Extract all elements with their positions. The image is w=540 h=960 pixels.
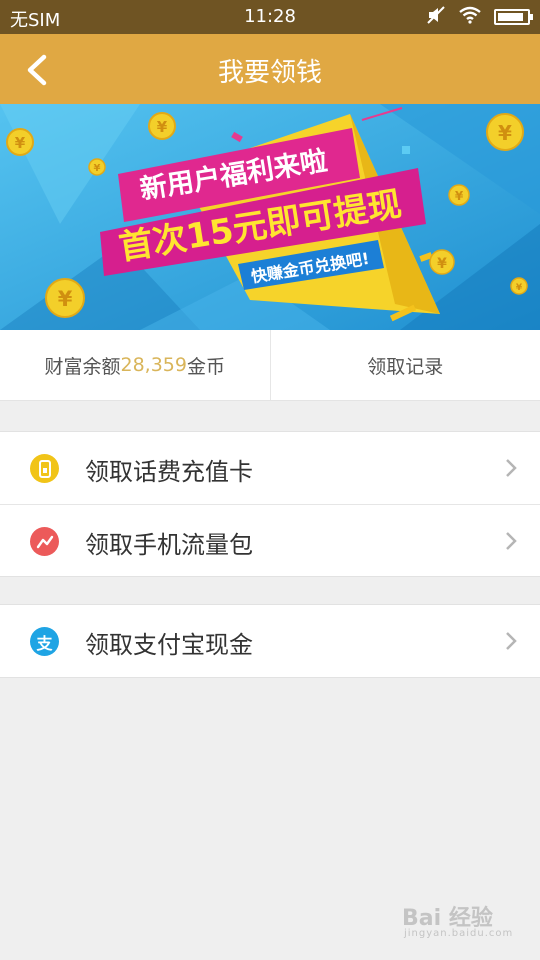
menu-group-1: 领取话费充值卡 领取手机流量包: [0, 431, 540, 577]
coin-icon: ¥: [448, 184, 470, 206]
alipay-glyph: 支: [36, 633, 53, 653]
svg-text:¥: ¥: [498, 121, 512, 145]
page-title: 我要领钱: [217, 58, 322, 88]
watermark-sub: jingyan.baidu.com: [404, 928, 514, 939]
coin-icon: ¥: [6, 128, 34, 156]
menu-item-label: 领取手机流量包: [85, 531, 253, 559]
chevron-right-icon: [506, 632, 517, 650]
wifi-icon: [458, 6, 482, 28]
menu-item-alipay-cash[interactable]: 支 领取支付宝现金: [0, 605, 540, 677]
phone-card-icon: [30, 454, 59, 483]
coin-icon: ¥: [486, 113, 524, 151]
balance-label-prefix: 财富余额: [44, 355, 121, 378]
chevron-right-icon: [506, 532, 517, 550]
svg-text:¥: ¥: [516, 283, 523, 293]
menu-item-phone-card[interactable]: 领取话费充值卡: [0, 432, 540, 504]
menu-item-data-package[interactable]: 领取手机流量包: [0, 504, 540, 576]
claim-records-label: 领取记录: [367, 355, 444, 378]
alipay-icon: 支: [30, 627, 59, 656]
wealth-balance: 财富余额 28,359 金币: [0, 330, 270, 400]
chevron-right-icon: [506, 459, 517, 477]
menu-item-label: 领取支付宝现金: [85, 631, 253, 659]
coin-icon: ¥: [148, 112, 176, 140]
status-icons: [426, 5, 533, 29]
coin-icon: ¥: [429, 249, 455, 275]
baidu-watermark: Bai 经验 jingyan.baidu.com: [402, 900, 512, 944]
app-header: 我要领钱: [0, 34, 540, 104]
svg-text:¥: ¥: [94, 163, 101, 174]
coin-icon: ¥: [45, 278, 85, 318]
data-flow-icon: [30, 527, 59, 556]
svg-text:¥: ¥: [15, 134, 26, 152]
promo-banner[interactable]: 新用户福利来啦 首次15元即可提现 快赚金币兑换吧! ¥ ¥ ¥ ¥ ¥ ¥ ¥…: [0, 104, 540, 330]
claim-records-button[interactable]: 领取记录: [269, 330, 540, 400]
svg-text:¥: ¥: [58, 287, 73, 311]
balance-row: 财富余额 28,359 金币 领取记录: [0, 330, 540, 401]
menu-group-2: 支 领取支付宝现金: [0, 604, 540, 678]
menu-item-label: 领取话费充值卡: [85, 458, 253, 486]
svg-text:¥: ¥: [157, 118, 168, 136]
svg-text:¥: ¥: [455, 189, 464, 203]
coin-icon: ¥: [510, 277, 528, 295]
battery-icon: [494, 9, 533, 25]
balance-label-suffix: 金币: [186, 355, 225, 378]
mute-icon: [426, 5, 446, 29]
coin-icon: ¥: [88, 158, 106, 176]
svg-text:¥: ¥: [437, 256, 447, 272]
balance-amount: 28,359: [120, 354, 187, 376]
battery-fill: [498, 13, 524, 21]
status-bar: 无SIM 11:28: [0, 0, 540, 34]
